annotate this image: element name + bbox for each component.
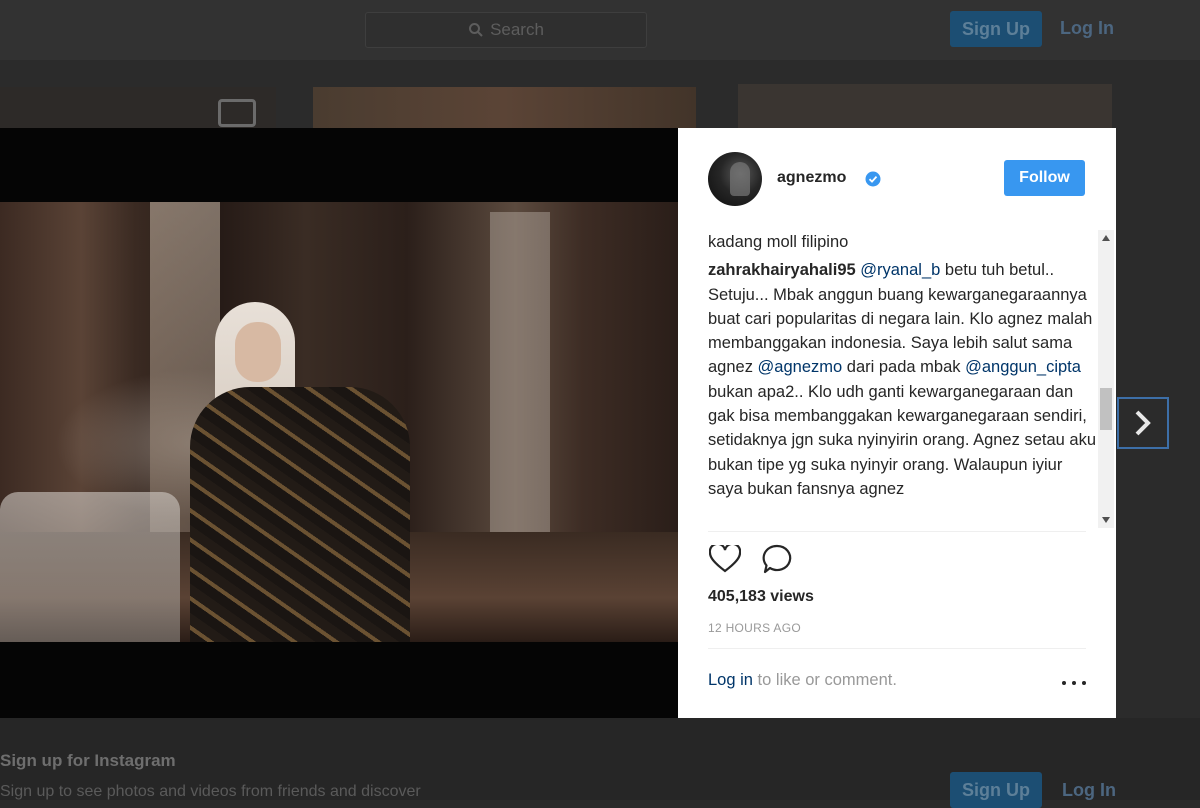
verified-badge-icon: [865, 171, 881, 187]
grid-thumbnail[interactable]: [313, 87, 696, 129]
video-camera-icon: [218, 99, 256, 127]
comment-mention[interactable]: @ryanal_b: [860, 261, 940, 279]
video-player[interactable]: [0, 128, 678, 718]
banner-signup-button[interactable]: Sign Up: [950, 772, 1042, 808]
scroll-thumb[interactable]: [1100, 388, 1112, 430]
header-login-link[interactable]: Log In: [1060, 18, 1114, 39]
comment-text: kadang moll filipino: [708, 233, 849, 251]
heart-icon[interactable]: [708, 542, 742, 576]
comments-scrollbar[interactable]: [1098, 230, 1114, 528]
list-item: zahrakhairyahali95 @ryanal_b betu tuh be…: [708, 258, 1098, 501]
video-subject: [190, 302, 410, 642]
grid-thumbnail[interactable]: [738, 84, 1112, 130]
login-prompt-text: to like or comment.: [752, 671, 897, 689]
comment-mention[interactable]: @agnezmo: [758, 358, 843, 376]
signup-banner-subtitle: Sign up to see photos and videos from fr…: [0, 783, 421, 800]
post-username[interactable]: agnezmo: [777, 169, 846, 187]
follow-button[interactable]: Follow: [1004, 160, 1085, 196]
scroll-up-arrow-icon[interactable]: [1098, 230, 1114, 246]
banner-login-link[interactable]: Log In: [1062, 780, 1116, 801]
post-details-panel: agnezmo Follow kadang moll filipino zahr…: [678, 128, 1116, 718]
action-bar: [708, 542, 794, 576]
comment-list[interactable]: kadang moll filipino zahrakhairyahali95 …: [708, 230, 1098, 530]
divider: [708, 531, 1086, 532]
view-count: 405,183 views: [708, 588, 814, 605]
login-link[interactable]: Log in: [708, 671, 753, 689]
comment-text: dari pada mbak: [842, 358, 966, 377]
more-options-icon[interactable]: [1062, 678, 1086, 688]
search-placeholder: Search: [490, 20, 544, 39]
video-frame[interactable]: [0, 202, 678, 642]
post-timestamp: 12 HOURS AGO: [708, 621, 801, 635]
scroll-down-arrow-icon[interactable]: [1098, 512, 1114, 528]
post-header: agnezmo Follow: [678, 128, 1116, 228]
search-icon: [469, 23, 483, 37]
speech-bubble-icon[interactable]: [760, 542, 794, 576]
search-input[interactable]: Search: [365, 12, 647, 48]
next-post-button[interactable]: [1117, 397, 1169, 449]
header-signup-button[interactable]: Sign Up: [950, 11, 1042, 47]
comment-username[interactable]: zahrakhairyahali95: [708, 261, 856, 279]
comment-text: bukan apa2.. Klo udh ganti kewarganegara…: [708, 382, 1096, 498]
chevron-right-icon: [1135, 410, 1151, 436]
login-prompt: Log in to like or comment.: [708, 671, 897, 690]
avatar[interactable]: [708, 152, 762, 206]
signup-banner-title: Sign up for Instagram: [0, 751, 176, 770]
divider: [708, 648, 1086, 649]
comment-mention[interactable]: @anggun_cipta: [965, 358, 1081, 376]
